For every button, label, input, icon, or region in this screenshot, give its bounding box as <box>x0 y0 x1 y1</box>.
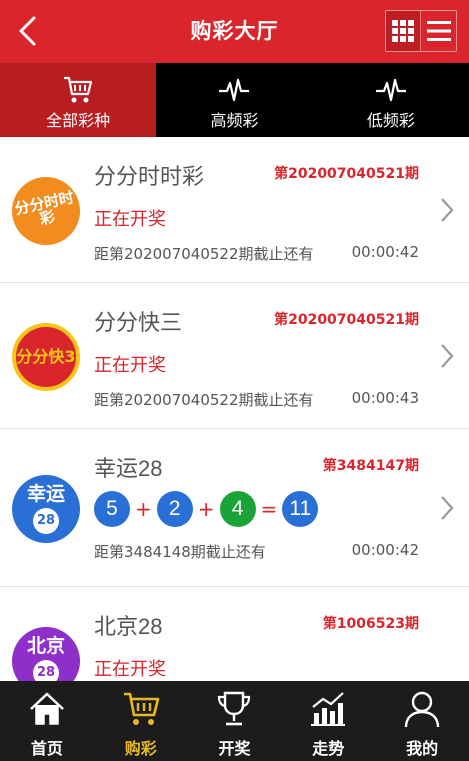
nav-draw-results[interactable]: 开奖 <box>188 681 282 761</box>
tab-label: 高频彩 <box>210 111 259 130</box>
countdown: 00:00:42 <box>351 243 419 261</box>
draw-status: 正在开奖 <box>94 209 166 230</box>
lottery-list: 分分时时彩 分分时时彩 第202007040521期 正在开奖 距第202007… <box>0 137 469 681</box>
lottery-logo: 北京 28 <box>12 627 80 681</box>
header-actions <box>385 10 457 52</box>
app-header: 购彩大厅 <box>0 0 469 63</box>
nav-home[interactable]: 首页 <box>0 681 94 761</box>
logo-number: 28 <box>33 507 59 534</box>
result-ball: 5 <box>94 491 130 527</box>
nav-label: 购彩 <box>124 739 157 758</box>
pulse-icon <box>219 78 250 102</box>
lottery-logo: 分分时时彩 <box>12 177 80 245</box>
countdown: 00:00:42 <box>351 541 419 559</box>
lottery-item-fenfen-kuaisan[interactable]: 分分快3 分分快三 第202007040521期 正在开奖 距第20200704… <box>0 283 469 429</box>
nav-profile[interactable]: 我的 <box>375 681 469 761</box>
tab-all-lotteries[interactable]: 全部彩种 <box>0 63 157 137</box>
lottery-item-beijing-28[interactable]: 北京 28 北京28 第1006523期 正在开奖 <box>0 587 469 681</box>
lottery-period: 第3484147期 <box>322 458 419 474</box>
lottery-name: 分分时时彩 <box>94 164 205 189</box>
lottery-name: 分分快三 <box>94 310 183 335</box>
plus-sign: + <box>135 497 152 521</box>
grid-view-button[interactable] <box>386 11 422 51</box>
lottery-item-xingyun-28[interactable]: 幸运 28 幸运28 第3484147期 5 + 2 + 4 = 11 距第34… <box>0 429 469 587</box>
trophy-icon <box>218 691 251 726</box>
tab-label: 全部彩种 <box>46 111 111 130</box>
deadline-text: 距第202007040522期截止还有 <box>94 245 314 263</box>
lottery-period: 第202007040521期 <box>274 166 419 182</box>
lottery-logo: 幸运 28 <box>12 475 80 543</box>
grid-icon <box>392 20 414 42</box>
tab-high-frequency[interactable]: 高频彩 <box>156 63 312 137</box>
draw-status: 正在开奖 <box>94 659 166 680</box>
tab-label: 低频彩 <box>366 111 415 130</box>
trend-icon <box>311 692 346 726</box>
chevron-right-icon <box>441 495 454 520</box>
draw-result: 5 + 2 + 4 = 11 <box>94 491 319 527</box>
result-sum: 11 <box>282 491 319 527</box>
nav-label: 首页 <box>30 739 63 758</box>
nav-label: 开奖 <box>218 739 251 758</box>
nav-purchase[interactable]: 购彩 <box>94 681 188 761</box>
lottery-item-fenfen-shishicai[interactable]: 分分时时彩 分分时时彩 第202007040521期 正在开奖 距第202007… <box>0 137 469 283</box>
chevron-right-icon <box>441 343 454 368</box>
menu-icon <box>426 21 451 41</box>
deadline-text: 距第3484148期截止还有 <box>94 543 266 561</box>
lottery-logo: 分分快3 <box>12 323 80 391</box>
nav-label: 走势 <box>312 739 345 758</box>
category-tabs: 全部彩种 高频彩 低频彩 <box>0 63 469 137</box>
lottery-period: 第1006523期 <box>322 616 419 632</box>
result-ball: 2 <box>156 491 193 527</box>
countdown: 00:00:43 <box>351 389 419 407</box>
bottom-navigation: 首页 购彩 开奖 走势 我的 <box>0 681 469 761</box>
list-view-button[interactable] <box>421 11 456 51</box>
draw-status: 正在开奖 <box>94 355 166 376</box>
deadline-text: 距第202007040522期截止还有 <box>94 391 314 409</box>
cart-icon <box>123 692 159 725</box>
chevron-right-icon <box>441 197 454 222</box>
plus-sign: + <box>197 497 215 521</box>
logo-number: 28 <box>33 659 59 681</box>
lottery-period: 第202007040521期 <box>274 312 419 328</box>
home-icon <box>30 692 64 725</box>
user-icon <box>404 691 440 728</box>
tab-low-frequency[interactable]: 低频彩 <box>313 63 469 137</box>
lottery-name: 幸运28 <box>94 456 163 481</box>
lottery-name: 北京28 <box>94 614 163 639</box>
result-ball: 4 <box>219 491 256 527</box>
pulse-icon <box>375 78 406 102</box>
equals-sign: = <box>260 497 278 521</box>
cart-icon <box>64 76 93 103</box>
nav-label: 我的 <box>406 739 439 758</box>
nav-trend[interactable]: 走势 <box>281 681 375 761</box>
